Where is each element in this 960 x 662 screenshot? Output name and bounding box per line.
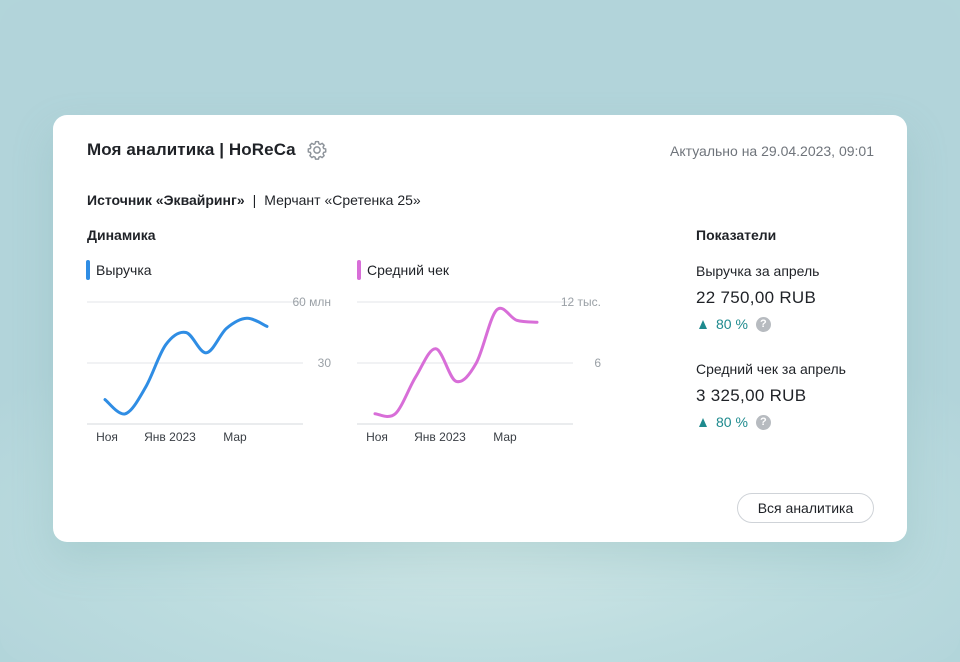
avg-check-series-line: [373, 306, 539, 418]
revenue-series-line: [103, 316, 269, 416]
card-title: Моя аналитика | HoReCa: [87, 140, 296, 159]
arrow-up-icon: [699, 417, 707, 427]
y-tick-label: 12 тыс.: [561, 295, 601, 309]
updated-timestamp: Актуально на 29.04.2023, 09:01: [670, 143, 874, 159]
revenue-chart: 60 млн30Ноя Янв 2023 Мар: [87, 295, 331, 444]
dynamics-title: Динамика: [87, 227, 156, 243]
y-tick-label: 6: [594, 356, 601, 370]
x-tick-label: Янв 2023: [414, 430, 466, 444]
indicators-title: Показатели: [696, 227, 777, 243]
revenue-metric-change: 80 % ?: [699, 316, 771, 332]
merchant-filter[interactable]: Мерчант «Сретенка 25»: [264, 192, 420, 208]
gear-icon[interactable]: [306, 139, 328, 161]
x-tick-label: Янв 2023: [144, 430, 196, 444]
avg-check-change-value: 80 %: [716, 414, 748, 430]
x-tick-label: Мар: [493, 430, 517, 444]
revenue-metric-value: 22 750,00 RUB: [696, 288, 817, 307]
avg-check-chart: 12 тыс. 6 Ноя Янв 2023 Мар: [357, 295, 601, 444]
revenue-change-value: 80 %: [716, 316, 748, 332]
source-filter[interactable]: Источник «Эквайринг»: [87, 192, 245, 208]
arrow-up-icon: [699, 319, 707, 329]
x-tick-label: Мар: [223, 430, 247, 444]
x-tick-label: Ноя: [366, 430, 388, 444]
revenue-legend: Выручка: [86, 260, 152, 280]
card-header: Моя аналитика | HoReCa: [87, 139, 328, 161]
all-analytics-button[interactable]: Вся аналитика: [737, 493, 874, 523]
avg-check-metric-change: 80 % ?: [699, 414, 771, 430]
help-icon[interactable]: ?: [755, 414, 771, 430]
revenue-legend-swatch: [86, 260, 90, 280]
revenue-legend-label: Выручка: [96, 262, 152, 278]
revenue-metric-label: Выручка за апрель: [696, 263, 820, 279]
avg-check-metric-label: Средний чек за апрель: [696, 361, 846, 377]
help-icon[interactable]: ?: [755, 316, 771, 332]
filter-row: Источник «Эквайринг» | Мерчант «Сретенка 2…: [87, 192, 421, 208]
filter-separator: |: [252, 192, 257, 208]
avg-check-metric-value: 3 325,00 RUB: [696, 386, 807, 405]
avg-check-legend-swatch: [357, 260, 361, 280]
avg-check-legend: Средний чек: [357, 260, 449, 280]
avg-check-legend-label: Средний чек: [367, 262, 450, 278]
x-tick-label: Ноя: [96, 430, 118, 444]
analytics-card: Моя аналитика | HoReCa Актуально на 29.0…: [53, 115, 907, 542]
